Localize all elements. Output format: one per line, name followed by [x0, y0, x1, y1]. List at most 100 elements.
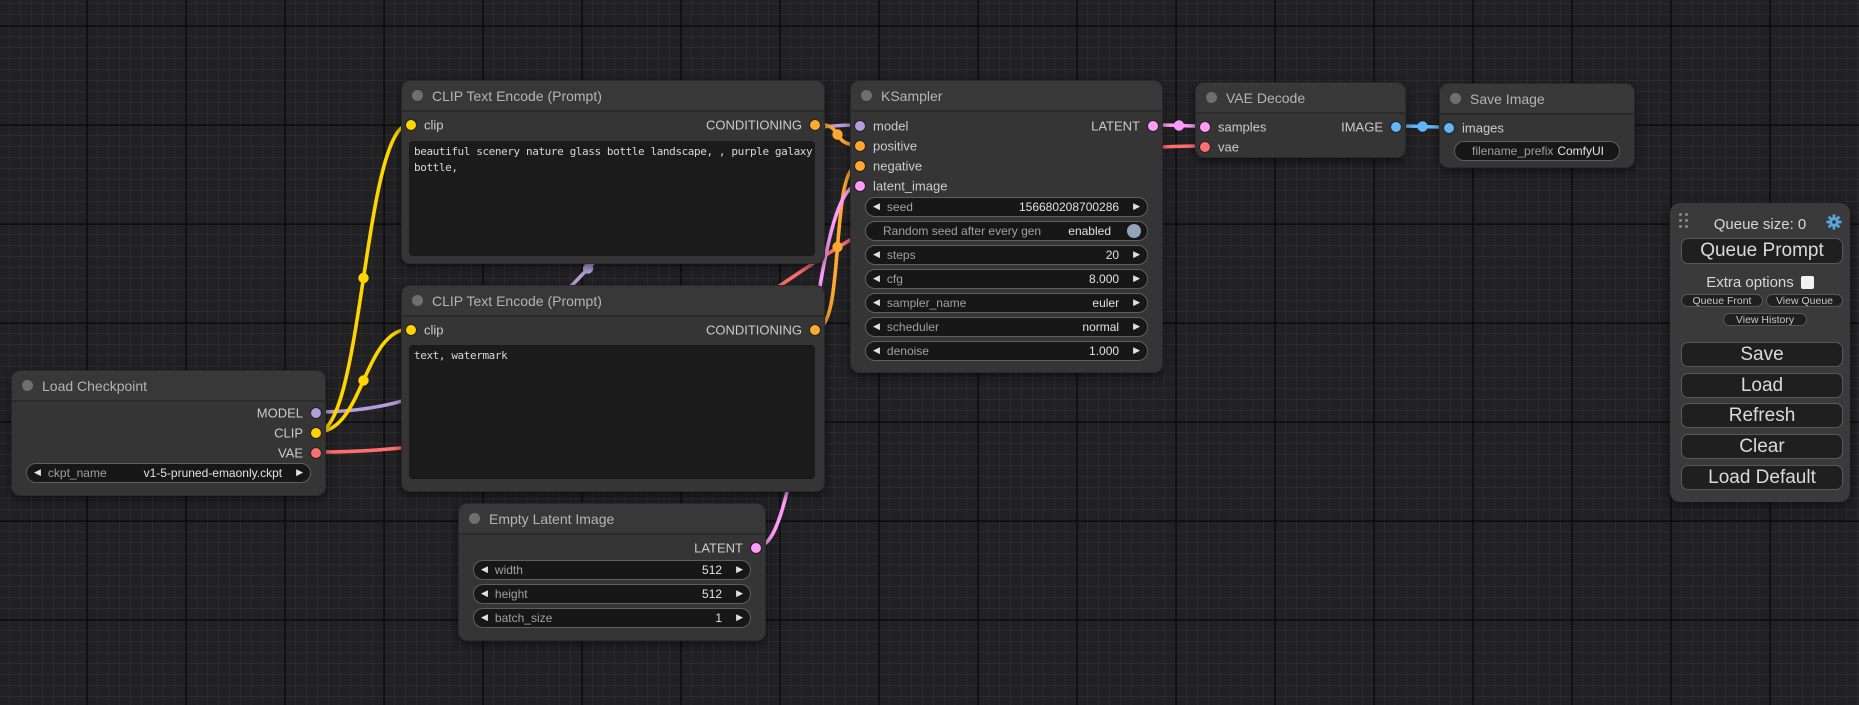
output-port-clip-icon[interactable]	[311, 428, 321, 438]
view-history-button[interactable]: View History	[1723, 313, 1807, 326]
collapse-dot-icon[interactable]	[412, 90, 423, 101]
widget-seed[interactable]: ◀seed156680208700286▶	[865, 197, 1148, 217]
node-title-bar[interactable]: CLIP Text Encode (Prompt)	[402, 286, 824, 317]
widget-value: 512	[702, 563, 722, 577]
widget-batch_size[interactable]: ◀batch_size1▶	[473, 608, 751, 628]
increment-arrow-icon[interactable]: ▶	[296, 469, 303, 478]
widget-steps[interactable]: ◀steps20▶	[865, 245, 1148, 265]
output-port-image-icon[interactable]	[1391, 122, 1401, 132]
decrement-arrow-icon[interactable]: ◀	[481, 590, 488, 599]
collapse-dot-icon[interactable]	[1450, 93, 1461, 104]
increment-arrow-icon[interactable]: ▶	[1133, 323, 1140, 332]
input-port-vae-icon[interactable]	[1200, 142, 1210, 152]
load-button[interactable]: Load	[1681, 373, 1843, 398]
collapse-dot-icon[interactable]	[412, 295, 423, 306]
collapse-dot-icon[interactable]	[861, 90, 872, 101]
load-default-button[interactable]: Load Default	[1681, 465, 1843, 490]
save-button[interactable]: Save	[1681, 342, 1843, 367]
widget-ckpt_name[interactable]: ◀ckpt_namev1-5-pruned-emaonly.ckpt▶	[26, 463, 311, 483]
widget-sampler_name[interactable]: ◀sampler_nameeuler▶	[865, 293, 1148, 313]
widget-denoise[interactable]: ◀denoise1.000▶	[865, 341, 1148, 361]
node-title-bar[interactable]: CLIP Text Encode (Prompt)	[402, 81, 824, 112]
widget-label: ckpt_name	[48, 466, 107, 480]
link-midpoint-dot[interactable]	[1174, 120, 1184, 130]
view-queue-button[interactable]: View Queue	[1766, 294, 1843, 307]
increment-arrow-icon[interactable]: ▶	[736, 590, 743, 599]
increment-arrow-icon[interactable]: ▶	[1133, 251, 1140, 260]
input-port-image-icon[interactable]	[1444, 123, 1454, 133]
output-port-latent-icon[interactable]	[1148, 121, 1158, 131]
node-vae-decode[interactable]: VAE DecodesamplesvaeIMAGE	[1195, 82, 1406, 158]
prompt-textarea[interactable]: beautiful scenery nature glass bottle la…	[409, 141, 815, 256]
extra-options-checkbox[interactable]	[1801, 276, 1814, 289]
collapse-dot-icon[interactable]	[1206, 92, 1217, 103]
increment-arrow-icon[interactable]: ▶	[1133, 347, 1140, 356]
widget-Random seed after every gen[interactable]: Random seed after every genenabled	[865, 221, 1148, 241]
link-midpoint-dot[interactable]	[358, 375, 368, 385]
node-clip-text-encode-positive[interactable]: CLIP Text Encode (Prompt)clipCONDITIONIN…	[401, 80, 825, 264]
link-midpoint-dot[interactable]	[358, 273, 368, 283]
output-slot-latent: LATENT	[851, 116, 1162, 136]
node-title-bar[interactable]: Load Checkpoint	[12, 371, 325, 402]
prompt-textarea[interactable]: text, watermark	[409, 345, 815, 479]
node-clip-text-encode-negative[interactable]: CLIP Text Encode (Prompt)clipCONDITIONIN…	[401, 285, 825, 492]
decrement-arrow-icon[interactable]: ◀	[873, 347, 880, 356]
collapse-dot-icon[interactable]	[22, 380, 33, 391]
output-port-model-icon[interactable]	[311, 408, 321, 418]
output-slot-vae: VAE	[12, 443, 325, 463]
queue-prompt-button[interactable]: Queue Prompt	[1681, 238, 1843, 264]
output-slot-label: CONDITIONING	[706, 323, 802, 338]
node-load-checkpoint[interactable]: Load CheckpointMODELCLIPVAE◀ckpt_namev1-…	[11, 370, 326, 496]
settings-gear-icon[interactable]	[1825, 213, 1843, 231]
refresh-button[interactable]: Refresh	[1681, 403, 1843, 428]
graph-canvas[interactable]: Load CheckpointMODELCLIPVAE◀ckpt_namev1-…	[0, 0, 1859, 705]
node-title-bar[interactable]: VAE Decode	[1196, 83, 1405, 114]
toggle-dot-icon[interactable]	[1127, 224, 1141, 238]
increment-arrow-icon[interactable]: ▶	[1133, 275, 1140, 284]
queue-front-button[interactable]: Queue Front	[1681, 294, 1763, 307]
node-save-image[interactable]: Save Imageimagesfilename_prefixComfyUI	[1439, 83, 1635, 168]
node-title-label: VAE Decode	[1226, 90, 1305, 106]
node-title-bar[interactable]: KSampler	[851, 81, 1162, 112]
decrement-arrow-icon[interactable]: ◀	[481, 566, 488, 575]
node-title-bar[interactable]: Save Image	[1440, 84, 1634, 115]
widget-label: cfg	[887, 272, 903, 286]
node-ksampler[interactable]: KSamplermodelpositivenegativelatent_imag…	[850, 80, 1163, 373]
decrement-arrow-icon[interactable]: ◀	[34, 469, 41, 478]
link-midpoint-dot[interactable]	[1417, 121, 1427, 131]
output-port-vae-icon[interactable]	[311, 448, 321, 458]
widget-filename_prefix[interactable]: filename_prefixComfyUI	[1454, 141, 1620, 161]
node-title-bar[interactable]: Empty Latent Image	[459, 504, 765, 535]
widget-width[interactable]: ◀width512▶	[473, 560, 751, 580]
increment-arrow-icon[interactable]: ▶	[736, 566, 743, 575]
increment-arrow-icon[interactable]: ▶	[1133, 203, 1140, 212]
widget-scheduler[interactable]: ◀schedulernormal▶	[865, 317, 1148, 337]
widget-height[interactable]: ◀height512▶	[473, 584, 751, 604]
increment-arrow-icon[interactable]: ▶	[736, 614, 743, 623]
widget-label: steps	[887, 248, 916, 262]
link-midpoint-dot[interactable]	[832, 129, 842, 139]
output-port-conditioning-icon[interactable]	[810, 120, 820, 130]
output-slot-image: IMAGE	[1196, 117, 1405, 137]
widget-cfg[interactable]: ◀cfg8.000▶	[865, 269, 1148, 289]
decrement-arrow-icon[interactable]: ◀	[873, 323, 880, 332]
widget-label: height	[495, 587, 528, 601]
collapse-dot-icon[interactable]	[469, 513, 480, 524]
decrement-arrow-icon[interactable]: ◀	[873, 203, 880, 212]
output-port-latent-icon[interactable]	[751, 543, 761, 553]
clear-button[interactable]: Clear	[1681, 434, 1843, 459]
drag-handle-icon[interactable]	[1679, 213, 1688, 228]
input-port-latent-icon[interactable]	[855, 181, 865, 191]
node-empty-latent-image[interactable]: Empty Latent ImageLATENT◀width512▶◀heigh…	[458, 503, 766, 641]
input-port-conditioning-icon[interactable]	[855, 141, 865, 151]
decrement-arrow-icon[interactable]: ◀	[481, 614, 488, 623]
decrement-arrow-icon[interactable]: ◀	[873, 275, 880, 284]
output-port-conditioning-icon[interactable]	[810, 325, 820, 335]
link-midpoint-dot[interactable]	[832, 242, 842, 252]
decrement-arrow-icon[interactable]: ◀	[873, 299, 880, 308]
decrement-arrow-icon[interactable]: ◀	[873, 251, 880, 260]
input-port-conditioning-icon[interactable]	[855, 161, 865, 171]
link-midpoint-dot[interactable]	[583, 263, 593, 273]
increment-arrow-icon[interactable]: ▶	[1133, 299, 1140, 308]
output-slot-label: MODEL	[257, 406, 303, 421]
